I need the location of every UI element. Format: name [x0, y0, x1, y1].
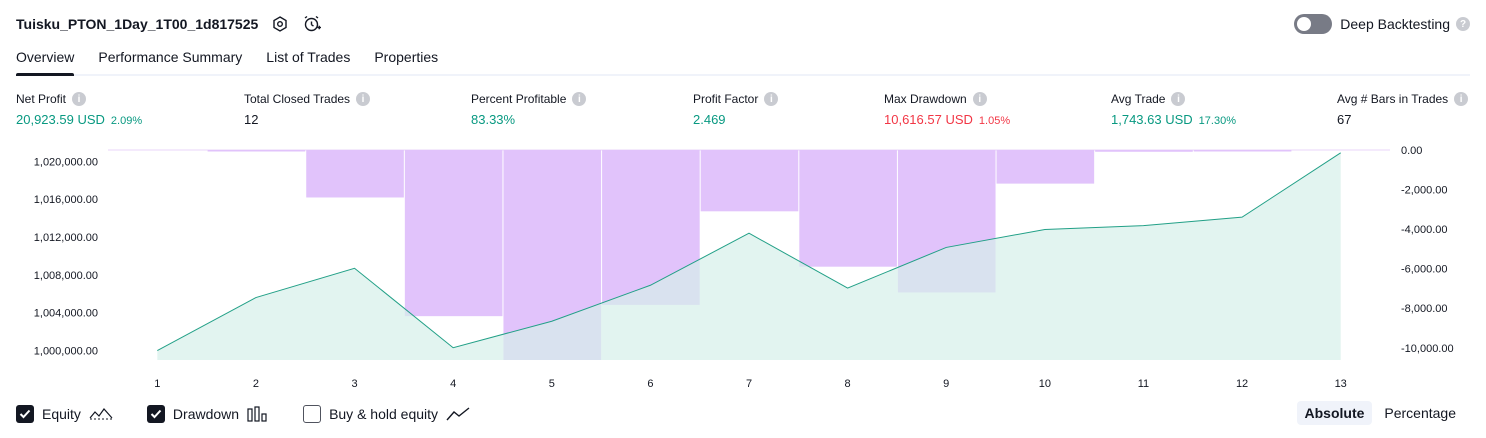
- drawdown-bar: [700, 150, 799, 212]
- drawdown-bar: [404, 150, 503, 317]
- metric-label: Percent Profitable: [471, 92, 567, 106]
- info-icon[interactable]: i: [1454, 92, 1469, 106]
- buy-hold-line-icon: [446, 406, 470, 422]
- y-right-tick-label: 0.00: [1401, 145, 1422, 157]
- x-tick-label: 12: [1236, 378, 1248, 390]
- scale-mode-switch: Absolute Percentage: [1293, 401, 1465, 425]
- metric-label: Net Profit: [16, 92, 67, 106]
- metric-value: 67: [1337, 112, 1352, 127]
- help-icon[interactable]: ?: [1456, 17, 1470, 31]
- buy-hold-toggle[interactable]: Buy & hold equity: [303, 405, 470, 423]
- drawdown-checkbox[interactable]: [146, 405, 165, 423]
- y-left-tick-label: 1,020,000.00: [34, 156, 98, 168]
- y-left-tick-label: 1,016,000.00: [34, 194, 98, 206]
- x-tick-label: 7: [746, 378, 752, 390]
- metric-percent-profitable: Percent Profitable i 83.33%: [471, 92, 587, 127]
- percentage-button[interactable]: Percentage: [1376, 401, 1464, 425]
- y-left-tick-label: 1,000,000.00: [34, 346, 98, 358]
- drawdown-bar: [1193, 150, 1292, 152]
- tab-performance-summary[interactable]: Performance Summary: [98, 44, 242, 74]
- buy-hold-checkbox[interactable]: [303, 405, 322, 423]
- x-tick-label: 3: [351, 378, 357, 390]
- x-tick-label: 1: [154, 378, 160, 390]
- y-left-tick-label: 1,012,000.00: [34, 232, 98, 244]
- drawdown-bar: [799, 150, 897, 267]
- info-icon[interactable]: i: [1171, 92, 1186, 106]
- metric-total-closed-trades: Total Closed Trades i 12: [244, 92, 371, 127]
- y-left-tick-label: 1,004,000.00: [34, 308, 98, 320]
- drawdown-toggle[interactable]: Drawdown: [146, 405, 269, 423]
- metric-value: 1,743.63 USD: [1111, 112, 1193, 127]
- y-right-tick-label: -10,000.00: [1401, 343, 1454, 355]
- info-icon[interactable]: i: [764, 92, 779, 106]
- drawdown-bar: [306, 150, 404, 198]
- deep-backtesting-control: Deep Backtesting ?: [1294, 14, 1470, 34]
- drawdown-label: Drawdown: [172, 406, 240, 422]
- metric-label: Avg Trade: [1111, 92, 1166, 106]
- tab-bar: Overview Performance Summary List of Tra…: [16, 44, 1470, 76]
- toggle-knob: [1297, 17, 1312, 31]
- metric-percent: 1.05%: [978, 115, 1011, 127]
- y-right-tick-label: -6,000.00: [1401, 264, 1447, 276]
- metric-max-drawdown: Max Drawdown i 10,616.57 USD 1.05%: [884, 92, 1010, 127]
- equity-label: Equity: [42, 406, 81, 422]
- metric-value: 2.469: [693, 112, 726, 127]
- info-icon[interactable]: i: [356, 92, 371, 106]
- x-tick-label: 11: [1138, 378, 1149, 390]
- x-tick-label: 4: [450, 378, 456, 390]
- metric-avg-bars-in-trades: Avg # Bars in Trades i 67: [1337, 92, 1469, 127]
- metric-net-profit: Net Profit i 20,923.59 USD 2.09%: [16, 92, 142, 127]
- metrics-row: Net Profit i 20,923.59 USD 2.09% Total Clo…: [16, 92, 1470, 132]
- drawdown-bar: [1095, 150, 1193, 152]
- info-icon[interactable]: i: [972, 92, 987, 106]
- strategy-header: Tuisku_PTON_1Day_1T00_1d817525 Deep Back…: [16, 10, 1470, 38]
- y-right-tick-label: -2,000.00: [1401, 185, 1447, 197]
- absolute-button[interactable]: Absolute: [1296, 401, 1373, 425]
- metric-label: Total Closed Trades: [244, 92, 351, 106]
- y-right-tick-label: -4,000.00: [1401, 224, 1447, 236]
- metric-percent: 17.30%: [1198, 115, 1236, 127]
- metric-percent: 2.09%: [110, 115, 143, 127]
- metric-label: Max Drawdown: [884, 92, 967, 106]
- metric-value: 12: [244, 112, 259, 127]
- equity-line-icon: [89, 406, 113, 422]
- y-right-tick-label: -8,000.00: [1401, 303, 1447, 315]
- equity-toggle[interactable]: Equity: [16, 405, 113, 423]
- add-alert-icon[interactable]: [302, 14, 322, 34]
- metric-value: 10,616.57 USD: [884, 112, 973, 127]
- y-left-tick-label: 1,008,000.00: [34, 270, 98, 282]
- x-tick-label: 6: [647, 378, 653, 390]
- x-tick-label: 13: [1335, 378, 1347, 390]
- x-tick-label: 9: [943, 378, 949, 390]
- equity-drawdown-chart: 1,000,000.00 1,004,000.00 1,008,000.00 1,01…: [34, 145, 1454, 390]
- chart-legend: Equity Drawdown Buy & hold equity: [16, 402, 504, 426]
- x-tick-label: 2: [253, 378, 259, 390]
- equity-checkbox[interactable]: [16, 405, 34, 423]
- metric-label: Avg # Bars in Trades: [1337, 92, 1449, 106]
- metric-profit-factor: Profit Factor i 2.469: [693, 92, 779, 127]
- drawdown-bar: [996, 150, 1095, 184]
- drawdown-bars-icon: [247, 406, 269, 422]
- buy-hold-label: Buy & hold equity: [329, 406, 439, 422]
- metric-value: 83.33%: [471, 112, 516, 127]
- metric-label: Profit Factor: [693, 92, 759, 106]
- metric-value: 20,923.59 USD: [16, 112, 105, 127]
- strategy-title: Tuisku_PTON_1Day_1T00_1d817525: [16, 16, 259, 32]
- tab-list-of-trades[interactable]: List of Trades: [266, 44, 350, 74]
- tab-overview[interactable]: Overview: [16, 44, 75, 76]
- x-tick-label: 5: [549, 378, 555, 390]
- drawdown-bar: [207, 150, 306, 152]
- deep-backtesting-toggle[interactable]: [1294, 14, 1333, 34]
- deep-backtesting-label: Deep Backtesting: [1340, 16, 1450, 32]
- x-tick-label: 10: [1039, 378, 1051, 390]
- metric-avg-trade: Avg Trade i 1,743.63 USD 17.30%: [1111, 92, 1236, 127]
- info-icon[interactable]: i: [572, 92, 587, 106]
- settings-icon[interactable]: [270, 14, 290, 34]
- info-icon[interactable]: i: [72, 92, 87, 106]
- tab-properties[interactable]: Properties: [374, 44, 438, 74]
- x-tick-label: 8: [845, 378, 851, 390]
